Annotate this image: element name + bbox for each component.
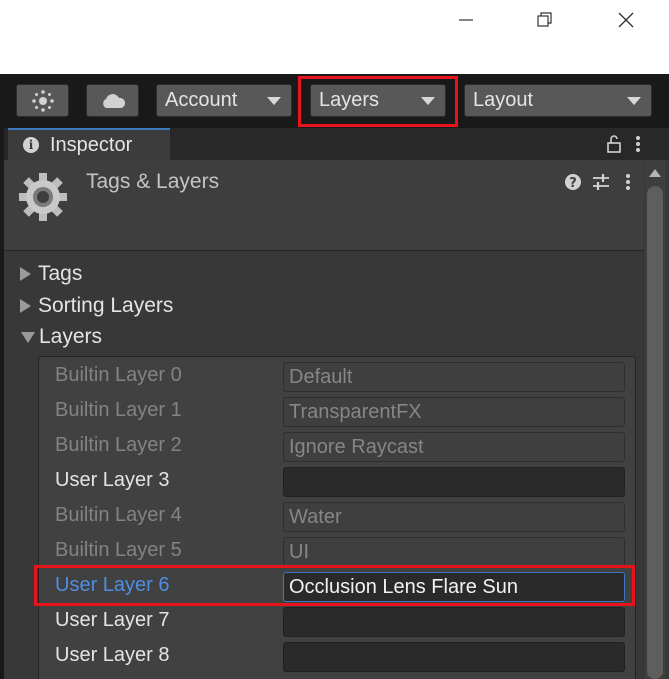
foldout-layers[interactable]: Layers — [20, 323, 102, 351]
kebab-menu-icon — [636, 136, 640, 152]
layer-name-input[interactable] — [283, 607, 625, 637]
collab-button[interactable] — [16, 84, 69, 117]
layer-name-field: Water — [283, 502, 625, 532]
layer-row: Builtin Layer 5 UI — [39, 535, 635, 570]
layer-label: Builtin Layer 1 — [55, 399, 182, 421]
cloud-button[interactable] — [86, 84, 139, 117]
layer-row: Builtin Layer 4 Water — [39, 500, 635, 535]
layer-row: Builtin Layer 1 TransparentFX — [39, 395, 635, 430]
inspector-tabstrip: i Inspector — [4, 128, 669, 160]
kebab-menu-icon — [626, 174, 630, 190]
layout-dropdown[interactable]: Layout — [464, 84, 652, 117]
help-button[interactable]: ? — [563, 172, 583, 192]
tab-inspector[interactable]: i Inspector — [8, 128, 170, 160]
inspector-content: Tags & Layers ? Tags Sorting Layers Laye… — [4, 160, 669, 679]
collab-icon — [31, 89, 54, 112]
foldout-label: Tags — [38, 262, 83, 285]
layout-dropdown-label: Layout — [473, 89, 534, 111]
layer-name-input[interactable]: Occlusion Lens Flare Sun — [283, 572, 625, 602]
cloud-icon — [102, 93, 125, 108]
foldout-label: Layers — [39, 325, 103, 348]
layers-dropdown[interactable]: Layers — [310, 84, 446, 117]
foldout-tags[interactable]: Tags — [20, 260, 82, 288]
restore-icon — [537, 12, 552, 27]
layer-label: Builtin Layer 5 — [55, 539, 182, 561]
layer-row-selected: User Layer 6 Occlusion Lens Flare Sun — [39, 570, 635, 605]
layer-name-input[interactable] — [283, 467, 625, 497]
svg-text:?: ? — [569, 176, 577, 191]
chevron-down-icon — [627, 97, 641, 105]
close-button[interactable] — [606, 0, 646, 40]
account-dropdown-label: Account — [165, 89, 238, 111]
layer-row: User Layer 8 — [39, 640, 635, 675]
account-dropdown[interactable]: Account — [156, 84, 292, 117]
gear-icon — [19, 173, 67, 221]
window-titlebar — [0, 0, 669, 74]
layer-row: Builtin Layer 0 Default — [39, 360, 635, 395]
minimize-icon — [459, 19, 473, 21]
layer-label: User Layer 6 — [55, 574, 170, 596]
tab-menu-button[interactable] — [631, 134, 645, 154]
chevron-down-icon — [267, 97, 281, 105]
layer-label: Builtin Layer 2 — [55, 434, 182, 456]
scroll-up-icon[interactable] — [649, 169, 661, 177]
layer-name-field: UI — [283, 537, 625, 567]
foldout-arrow-icon — [20, 267, 31, 281]
layer-label: Builtin Layer 0 — [55, 364, 182, 386]
foldout-label: Sorting Layers — [38, 294, 174, 317]
layer-label: User Layer 3 — [55, 469, 170, 491]
layer-row: User Layer 7 — [39, 605, 635, 640]
layer-row: Builtin Layer 2 Ignore Raycast — [39, 430, 635, 465]
layer-row: User Layer 3 — [39, 465, 635, 500]
layers-dropdown-label: Layers — [319, 89, 380, 111]
inspector-scrollbar[interactable] — [645, 160, 665, 679]
inspector-window: i Inspector Tags & Layers ? Tags Sorting… — [0, 128, 669, 679]
restore-button[interactable] — [525, 0, 565, 40]
foldout-arrow-icon — [20, 299, 31, 313]
info-icon: i — [23, 137, 39, 153]
layer-name-field: Default — [283, 362, 625, 392]
layer-label: User Layer 8 — [55, 644, 170, 666]
layer-name-field: Ignore Raycast — [283, 432, 625, 462]
layer-name-field: TransparentFX — [283, 397, 625, 427]
help-icon: ? — [565, 174, 581, 191]
component-menu-button[interactable] — [621, 172, 635, 192]
foldout-arrow-expanded-icon — [21, 331, 35, 343]
layer-label: User Layer 7 — [55, 609, 170, 631]
foldout-sorting-layers[interactable]: Sorting Layers — [20, 292, 173, 320]
close-icon — [618, 12, 634, 28]
lock-icon — [607, 135, 621, 153]
layers-list: Builtin Layer 0 Default Builtin Layer 1 … — [38, 356, 636, 679]
inspector-title: Tags & Layers — [86, 170, 220, 193]
tab-inspector-label: Inspector — [50, 133, 133, 156]
minimize-button[interactable] — [446, 0, 486, 40]
lock-button[interactable] — [605, 134, 623, 154]
editor-toolbar: Account Layers Layout — [0, 74, 669, 128]
presets-button[interactable] — [590, 172, 612, 192]
sliders-icon — [593, 174, 609, 190]
inspector-header: Tags & Layers ? — [4, 160, 644, 251]
layer-label: Builtin Layer 4 — [55, 504, 182, 526]
chevron-down-icon — [421, 97, 435, 105]
scroll-thumb[interactable] — [647, 186, 663, 679]
layer-name-input[interactable] — [283, 642, 625, 672]
